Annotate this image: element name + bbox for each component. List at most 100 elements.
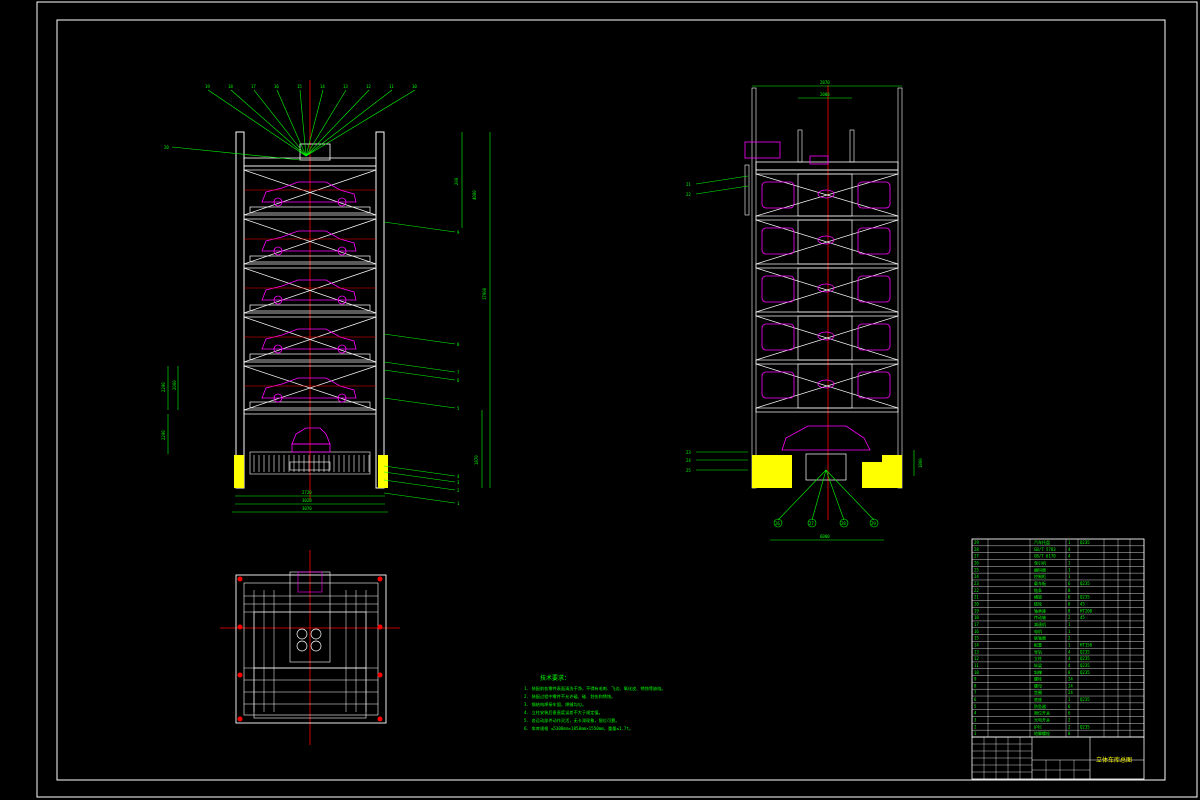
bom-cell: 6 xyxy=(1068,704,1071,709)
bom-cell: Q235 xyxy=(1080,649,1090,654)
bom-cell: 25 xyxy=(974,567,979,572)
front-dim-left2: 2000 xyxy=(172,380,177,390)
front-leader xyxy=(305,89,324,157)
front-dim-bottom1: 2720 xyxy=(302,490,312,495)
bom-cell: 8 xyxy=(1068,601,1071,606)
front-balloon-label: 16 xyxy=(274,84,279,89)
bom-cell: GB/T 5783 xyxy=(1034,547,1056,552)
front-leader xyxy=(305,89,393,157)
bom-cell: 27 xyxy=(974,554,979,559)
sheet-inner-border xyxy=(56,19,1166,781)
bom-cell: 斜撑 xyxy=(1034,669,1042,675)
front-balloon-label: 15 xyxy=(297,84,302,89)
bom-cell: 减速机 xyxy=(1034,621,1046,627)
note-line: 3. 钢结构焊接牢固，焊缝均匀。 xyxy=(524,701,586,708)
note-line: 6. 车库规格 ≤5300mm×1850mm×1550mm，重量≤1.7t。 xyxy=(524,725,633,732)
side-beam xyxy=(755,359,899,365)
plan-view xyxy=(220,550,400,745)
bom-cell: 1 xyxy=(1068,629,1071,634)
side-bay xyxy=(797,315,853,361)
bom-cell: 8 xyxy=(1068,588,1071,593)
bom-cell: 螺母 xyxy=(1034,682,1042,688)
side-car-left xyxy=(761,323,795,351)
side-dim-top2: 2000 xyxy=(820,92,830,97)
front-dim-mid: 200 xyxy=(454,177,459,185)
bom-cell: GB/T 6170 xyxy=(1034,554,1056,559)
side-car-right xyxy=(857,275,891,303)
bom-cell: 6 xyxy=(1068,595,1071,600)
bom-cell: 横梁 xyxy=(1034,594,1042,600)
bom-cell: 8 xyxy=(1068,731,1071,736)
bom-cell: 1 xyxy=(1068,642,1071,647)
bom-cell: 电机 xyxy=(1034,628,1042,634)
bom-cell: Q235 xyxy=(1080,697,1090,702)
bom-cell: 8 xyxy=(1068,608,1071,613)
bom-cell: 6 xyxy=(974,697,977,702)
bom-cell: HT150 xyxy=(1080,642,1093,647)
bom-cell: 2 xyxy=(1068,615,1071,620)
bom-cell: Q235 xyxy=(1080,656,1090,661)
side-car-left xyxy=(761,275,795,303)
front-balloon-label: 19 xyxy=(205,84,210,89)
bom-cell: 28 xyxy=(974,547,979,552)
front-balloon-label: 14 xyxy=(320,84,325,89)
bom-cell: 传动轴 xyxy=(1034,614,1046,620)
bom-cell: 导轨 xyxy=(1034,648,1042,654)
front-leader xyxy=(230,89,307,157)
bom-cell: 6 xyxy=(1068,581,1071,586)
bom-cell: 26 xyxy=(974,561,979,566)
front-balloon-label: 9 xyxy=(457,230,460,235)
side-car-right xyxy=(857,323,891,351)
bom-cell: 控制柜 xyxy=(1034,573,1046,579)
bom-cell: 9 xyxy=(974,677,977,682)
bom-cell: 联轴器 xyxy=(1034,635,1046,641)
title-block-name: 立体车库总图 xyxy=(1096,756,1132,764)
side-dim-right: 1800 xyxy=(918,458,923,468)
bom-cell: 2 xyxy=(1068,636,1071,641)
front-balloon-label: 12 xyxy=(366,84,371,89)
bom-cell: HT200 xyxy=(1080,608,1093,613)
side-leader xyxy=(695,175,749,185)
front-balloon-label: 18 xyxy=(228,84,233,89)
front-leader xyxy=(305,89,370,157)
bom-cell: 6 xyxy=(1068,711,1071,716)
bom-cell: Q235 xyxy=(1080,724,1090,729)
bom-cell: 链轮 xyxy=(1034,600,1042,606)
side-car-right xyxy=(857,181,891,209)
side-beam xyxy=(755,215,899,221)
bom-cell: 曳引机 xyxy=(1034,560,1046,566)
bom-cell: 14 xyxy=(974,642,979,647)
bom-cell: 12 xyxy=(974,656,979,661)
side-bay xyxy=(797,363,853,409)
front-balloon-label: 7 xyxy=(457,370,460,375)
bom-cell: 1 xyxy=(1068,574,1071,579)
side-balloon-label: 28 xyxy=(841,521,846,526)
bom-cell: 4 xyxy=(1068,554,1071,559)
bom-cell: 1 xyxy=(1068,697,1071,702)
front-balloon-label: 2 xyxy=(457,488,460,493)
bom-cell: Q235 xyxy=(1080,540,1090,545)
front-leader xyxy=(383,465,456,477)
bom-cell: 链条 xyxy=(1034,587,1042,593)
side-beam xyxy=(755,263,899,269)
bom-cell: 1 xyxy=(1068,567,1071,572)
bom-cell: 45 xyxy=(1080,615,1085,620)
front-leader xyxy=(383,369,456,381)
note-line: 5. 各运动部件动作灵活，无卡滞现象，限位可靠。 xyxy=(524,717,620,724)
bom-cell: 13 xyxy=(974,649,979,654)
front-balloon-label: 11 xyxy=(389,84,394,89)
bom-cell: Q235 xyxy=(1080,581,1090,586)
side-car-left xyxy=(761,181,795,209)
bom-cell: 2 xyxy=(974,724,977,729)
side-dim-top1: 2870 xyxy=(820,80,830,85)
technical-notes: 技术要求： 1. 装配前各零件表面清洗干净，不得有毛刺、飞边、氧化皮、锈蚀等缺陷… xyxy=(524,674,666,732)
bom-cell: 24 xyxy=(974,574,979,579)
side-balloon-label: 26 xyxy=(775,521,780,526)
bom-cell: 17 xyxy=(974,622,979,627)
side-balloon-label: 21 xyxy=(686,182,691,187)
notes-heading: 技术要求： xyxy=(540,674,570,682)
bom-cell: 地脚螺栓 xyxy=(1034,730,1050,736)
side-balloon-label: 27 xyxy=(809,521,814,526)
front-dim-left3: 2290 xyxy=(161,430,166,440)
bom-cell: 螺栓 xyxy=(1034,676,1042,682)
